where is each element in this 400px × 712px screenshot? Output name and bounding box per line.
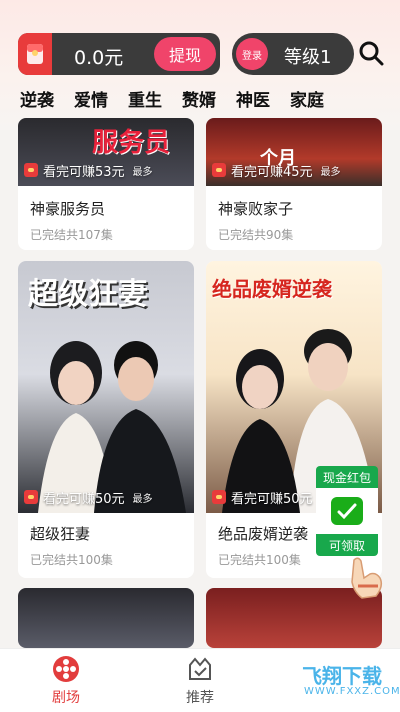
- red-packet-icon: [212, 490, 226, 504]
- tab-jiating[interactable]: 家庭: [290, 86, 324, 112]
- claim-button[interactable]: 可领取: [316, 534, 378, 556]
- drama-card[interactable]: 服务员 看完可赚53元 最多 神豪服务员 已完结共107集: [18, 118, 194, 250]
- tab-shenyi[interactable]: 神医: [236, 86, 270, 112]
- drama-card[interactable]: [18, 588, 194, 648]
- drama-status: 已完结共107集: [30, 228, 113, 242]
- tab-aiqing[interactable]: 爱情: [74, 86, 108, 112]
- drama-card[interactable]: 超级狂妻 看完可赚50元 最多 超级狂妻 已完结共100集: [18, 261, 194, 578]
- drama-status: 已完结共100集: [30, 553, 113, 567]
- red-packet-icon: [18, 33, 52, 75]
- earn-badge: 看完可赚50元 最多: [24, 487, 153, 507]
- drama-status: 已完结共100集: [218, 553, 301, 567]
- withdraw-button[interactable]: 提现: [154, 37, 216, 71]
- drama-status: 已完结共90集: [218, 228, 294, 242]
- drama-title: 神豪败家子: [218, 200, 294, 218]
- drama-poster: 服务员 看完可赚53元 最多: [18, 118, 194, 186]
- hand-pointer-icon: [346, 556, 386, 600]
- balance-amount: 0.0元: [74, 47, 124, 69]
- login-button[interactable]: 登录: [236, 38, 268, 70]
- drama-poster: 超级狂妻 看完可赚50元 最多: [18, 261, 194, 513]
- drama-poster: [18, 588, 194, 648]
- red-packet-icon: [212, 163, 226, 177]
- tab-zhuixu[interactable]: 赘婿: [182, 86, 216, 112]
- red-packet-icon: [24, 490, 38, 504]
- nav-theater[interactable]: 剧场: [26, 655, 106, 707]
- earn-badge: 看完可赚45元 最多: [212, 160, 341, 180]
- drama-title: 超级狂妻: [30, 525, 91, 543]
- poster-title-text: 服务员: [92, 128, 171, 158]
- red-packet-title: 现金红包: [316, 466, 378, 488]
- red-packet-icon: [24, 163, 38, 177]
- nav-recommend-label: 推荐: [186, 690, 214, 706]
- crown-tv-icon: [186, 655, 214, 683]
- tab-chongsheng[interactable]: 重生: [128, 86, 162, 112]
- poster-title-text: 绝品废婿逆袭: [212, 277, 332, 301]
- floating-red-packet[interactable]: 现金红包 可领取: [316, 466, 378, 558]
- nav-theater-label: 剧场: [52, 690, 80, 706]
- drama-title: 绝品废婿逆袭: [218, 525, 309, 543]
- watermark-logo: 飞翔下载 WWW.FXXZ.COM: [250, 654, 400, 706]
- drama-title: 神豪服务员: [30, 200, 106, 218]
- level-pill[interactable]: 登录 等级1: [232, 33, 354, 75]
- nav-recommend[interactable]: 推荐: [160, 655, 240, 707]
- film-reel-icon: [52, 655, 80, 683]
- wechat-icon: [316, 488, 378, 534]
- drama-card[interactable]: 个月 看完可赚45元 最多 神豪败家子 已完结共90集: [206, 118, 382, 250]
- watermark-url: WWW.FXXZ.COM: [304, 686, 400, 697]
- watermark-text: 飞翔下载: [302, 664, 382, 688]
- earn-badge: 看完可赚53元 最多: [24, 160, 153, 180]
- category-tabs: 逆袭 爱情 重生 赘婿 神医 家庭: [20, 86, 390, 112]
- tab-nixi[interactable]: 逆袭: [20, 86, 54, 112]
- wallet-pill[interactable]: 0.0元 提现: [18, 33, 220, 75]
- poster-title-text: 超级狂妻: [28, 277, 148, 312]
- search-icon[interactable]: [358, 40, 384, 66]
- drama-poster: 个月 看完可赚45元 最多: [206, 118, 382, 186]
- level-label: 等级1: [284, 47, 332, 68]
- poster-illustration: [38, 341, 186, 513]
